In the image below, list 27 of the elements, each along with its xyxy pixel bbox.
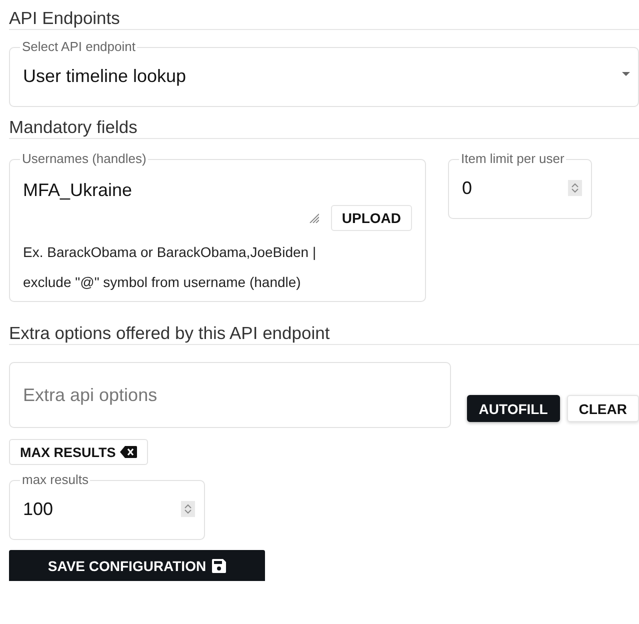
spinner-icon[interactable]	[568, 180, 582, 196]
number-field[interactable]: Item limit per user 0	[448, 152, 592, 219]
helper-text: Ex. BarackObama or BarackObama,JoeBiden |	[23, 243, 318, 262]
number-input[interactable]: 100	[23, 498, 181, 520]
spinner-icon[interactable]	[181, 501, 195, 517]
number-input[interactable]: 0	[462, 178, 568, 198]
field-label: max results	[21, 473, 90, 487]
section-title: API Endpoints	[9, 7, 121, 29]
section-title: Mandatory fields	[9, 116, 138, 138]
autofill-button[interactable]: AUTOFILL	[466, 395, 560, 422]
upload-button[interactable]: UPLOAD	[330, 205, 412, 231]
select-field[interactable]: Select API endpoint User timeline lookup	[9, 40, 639, 107]
field-label: Usernames (handles)	[21, 152, 148, 166]
field-label: Select API endpoint	[21, 40, 136, 54]
number-field[interactable]: max results 100	[9, 473, 205, 540]
input-field[interactable]: MFA_Ukraine	[23, 180, 412, 201]
clear-button[interactable]: CLEAR	[566, 395, 639, 422]
input-field[interactable]: Extra api options	[9, 362, 451, 428]
resize-handle-icon[interactable]	[308, 213, 319, 223]
save-icon	[212, 558, 226, 572]
field-label: Item limit per user	[460, 152, 566, 166]
save-button[interactable]: SAVE CONFIGURATION	[9, 550, 265, 581]
caret-icon	[622, 72, 630, 76]
backspace-icon[interactable]	[120, 446, 137, 458]
section-title: Extra options offered by this API endpoint	[9, 322, 331, 344]
helper-text: exclude "@" symbol from username (handle)	[23, 273, 302, 292]
option-chip[interactable]: MAX RESULTS	[9, 439, 148, 465]
